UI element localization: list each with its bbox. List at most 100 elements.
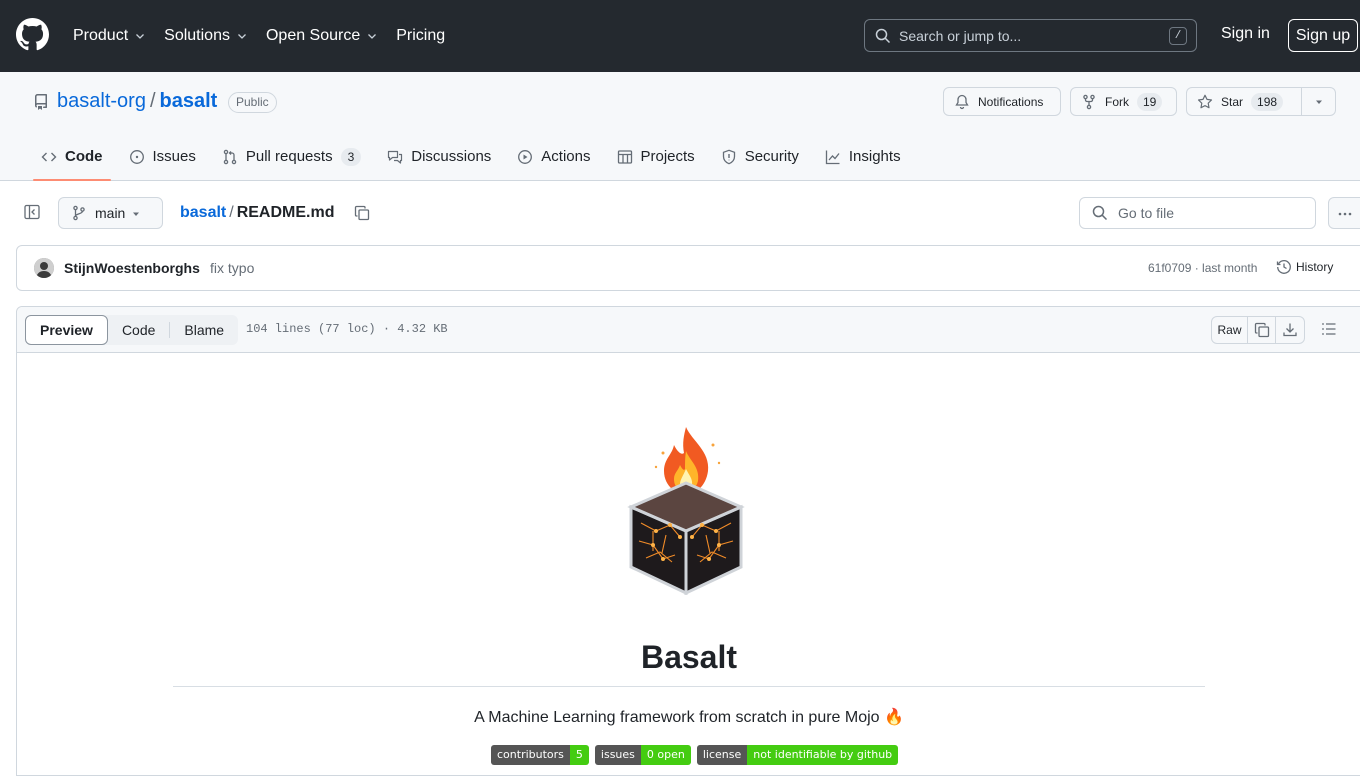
file-viewer-header: Preview Code Blame 104 lines (77 loc) · … — [17, 307, 1360, 353]
tab-code[interactable]: Code — [33, 140, 111, 181]
tab-insights[interactable]: Insights — [817, 140, 909, 181]
github-logo-icon[interactable] — [16, 18, 49, 51]
star-icon — [1197, 94, 1213, 108]
play-icon — [518, 150, 533, 164]
blame-tab[interactable]: Blame — [170, 315, 238, 345]
repo-icon — [35, 94, 47, 110]
readme-body: Basalt A Machine Learning framework from… — [17, 353, 1360, 773]
sign-in-link[interactable]: Sign in — [1221, 25, 1270, 43]
copy-icon — [1254, 322, 1269, 338]
kebab-horizontal-icon — [1338, 212, 1352, 216]
file-actions: Raw — [1211, 316, 1305, 344]
badge-value: 5 — [569, 745, 589, 765]
sign-up-button[interactable]: Sign up — [1288, 19, 1358, 52]
badge-label: license — [696, 745, 748, 765]
star-count: 198 — [1251, 92, 1284, 111]
search-placeholder: Search or jump to... — [899, 27, 1022, 44]
tab-security[interactable]: Security — [713, 140, 807, 181]
more-options-button[interactable] — [1328, 197, 1360, 229]
nav-open-source-label: Open Source — [265, 27, 361, 44]
view-mode-toggle: Preview Code Blame — [25, 315, 239, 345]
readme-badges: contributors 5 issues 0 open license not… — [491, 745, 899, 765]
contributors-badge[interactable]: contributors 5 — [491, 745, 589, 765]
tab-insights-label: Insights — [848, 148, 901, 165]
tab-actions-label: Actions — [541, 148, 591, 165]
caret-down-icon — [133, 212, 139, 216]
readme-tagline: A Machine Learning framework from scratc… — [474, 709, 904, 726]
fork-count: 19 — [1137, 92, 1163, 111]
avatar-image-icon — [34, 258, 54, 278]
pull-request-icon — [223, 149, 237, 165]
chevron-down-icon — [238, 34, 246, 39]
sidebar-toggle-icon[interactable] — [24, 204, 40, 220]
code-tab[interactable]: Code — [108, 315, 169, 345]
tab-discussions[interactable]: Discussions — [379, 140, 499, 181]
chevron-down-icon — [368, 34, 377, 39]
history-icon — [1276, 260, 1291, 274]
search-input[interactable]: Search or jump to... / — [864, 19, 1197, 52]
nav-product[interactable]: Product — [73, 27, 146, 45]
issue-icon — [129, 150, 144, 164]
avatar[interactable] — [34, 258, 54, 278]
tab-issues[interactable]: Issues — [121, 140, 204, 181]
tab-projects[interactable]: Projects — [609, 140, 703, 181]
download-button[interactable] — [1276, 317, 1304, 343]
bell-icon — [955, 94, 969, 109]
star-button[interactable]: Star 198 — [1186, 87, 1302, 116]
raw-button[interactable]: Raw — [1212, 317, 1248, 343]
issues-badge[interactable]: issues 0 open — [594, 745, 691, 765]
commit-sha-time[interactable]: 61f0709 · last month — [1148, 261, 1257, 275]
branch-icon — [73, 205, 85, 221]
commit-message[interactable]: fix typo — [210, 260, 254, 276]
tab-discussions-label: Discussions — [411, 148, 492, 165]
tab-actions[interactable]: Actions — [509, 140, 598, 181]
code-icon — [41, 152, 57, 162]
history-label: History — [1296, 260, 1334, 274]
visibility-badge: Public — [228, 92, 277, 113]
caret-down-icon — [1315, 100, 1322, 104]
tab-pull-requests[interactable]: Pull requests 3 — [214, 140, 369, 181]
copy-path-icon[interactable] — [354, 205, 370, 221]
nav-product-label: Product — [73, 27, 129, 44]
breadcrumb-repo-link[interactable]: basalt — [180, 204, 226, 222]
search-icon — [1092, 205, 1108, 221]
pull-requests-count: 3 — [340, 148, 362, 166]
fork-icon — [1083, 94, 1095, 109]
star-dropdown-button[interactable] — [1301, 87, 1336, 116]
shield-icon — [722, 149, 735, 165]
fork-button[interactable]: Fork 19 — [1070, 87, 1177, 116]
star-label: Star — [1221, 94, 1244, 109]
repo-title-separator: / — [149, 90, 156, 112]
notifications-label: Notifications — [978, 94, 1044, 109]
nav-solutions[interactable]: Solutions — [164, 27, 248, 45]
tab-pull-requests-label: Pull requests — [245, 148, 333, 165]
history-button[interactable]: History — [1276, 259, 1333, 275]
badge-value: 0 open — [640, 745, 691, 765]
global-header: Product Solutions Open Source Pricing Se… — [0, 0, 1360, 72]
badge-value: not identifiable by github — [747, 745, 899, 765]
branch-name: main — [95, 205, 126, 221]
copy-raw-button[interactable] — [1248, 317, 1276, 343]
nav-open-source[interactable]: Open Source — [266, 27, 378, 45]
search-shortcut-key: / — [1169, 27, 1187, 45]
go-to-file-input[interactable]: Go to file — [1079, 197, 1316, 229]
breadcrumb-separator: / — [229, 204, 234, 221]
outline-list-icon[interactable] — [1321, 321, 1337, 337]
repo-owner-link[interactable]: basalt-org — [57, 90, 146, 113]
commit-author[interactable]: StijnWoestenborghs — [64, 260, 200, 276]
nav-pricing[interactable]: Pricing — [396, 27, 445, 45]
repo-tabs: Code Issues Pull requests 3 Discussions … — [33, 140, 919, 181]
nav-pricing-label: Pricing — [396, 27, 446, 44]
notifications-button[interactable]: Notifications — [943, 87, 1061, 116]
tab-security-label: Security — [744, 148, 799, 165]
table-icon — [617, 150, 632, 164]
preview-tab[interactable]: Preview — [25, 315, 108, 345]
file-viewer: Preview Code Blame 104 lines (77 loc) · … — [16, 306, 1360, 776]
go-to-file-placeholder: Go to file — [1118, 205, 1175, 221]
latest-commit-bar: StijnWoestenborghs fix typo 61f0709 · la… — [16, 245, 1360, 291]
fork-label: Fork — [1105, 94, 1129, 109]
repo-name-link[interactable]: basalt — [160, 90, 218, 113]
branch-selector[interactable]: main — [58, 197, 163, 229]
license-badge[interactable]: license not identifiable by github — [696, 745, 899, 765]
badge-label: issues — [594, 745, 641, 765]
